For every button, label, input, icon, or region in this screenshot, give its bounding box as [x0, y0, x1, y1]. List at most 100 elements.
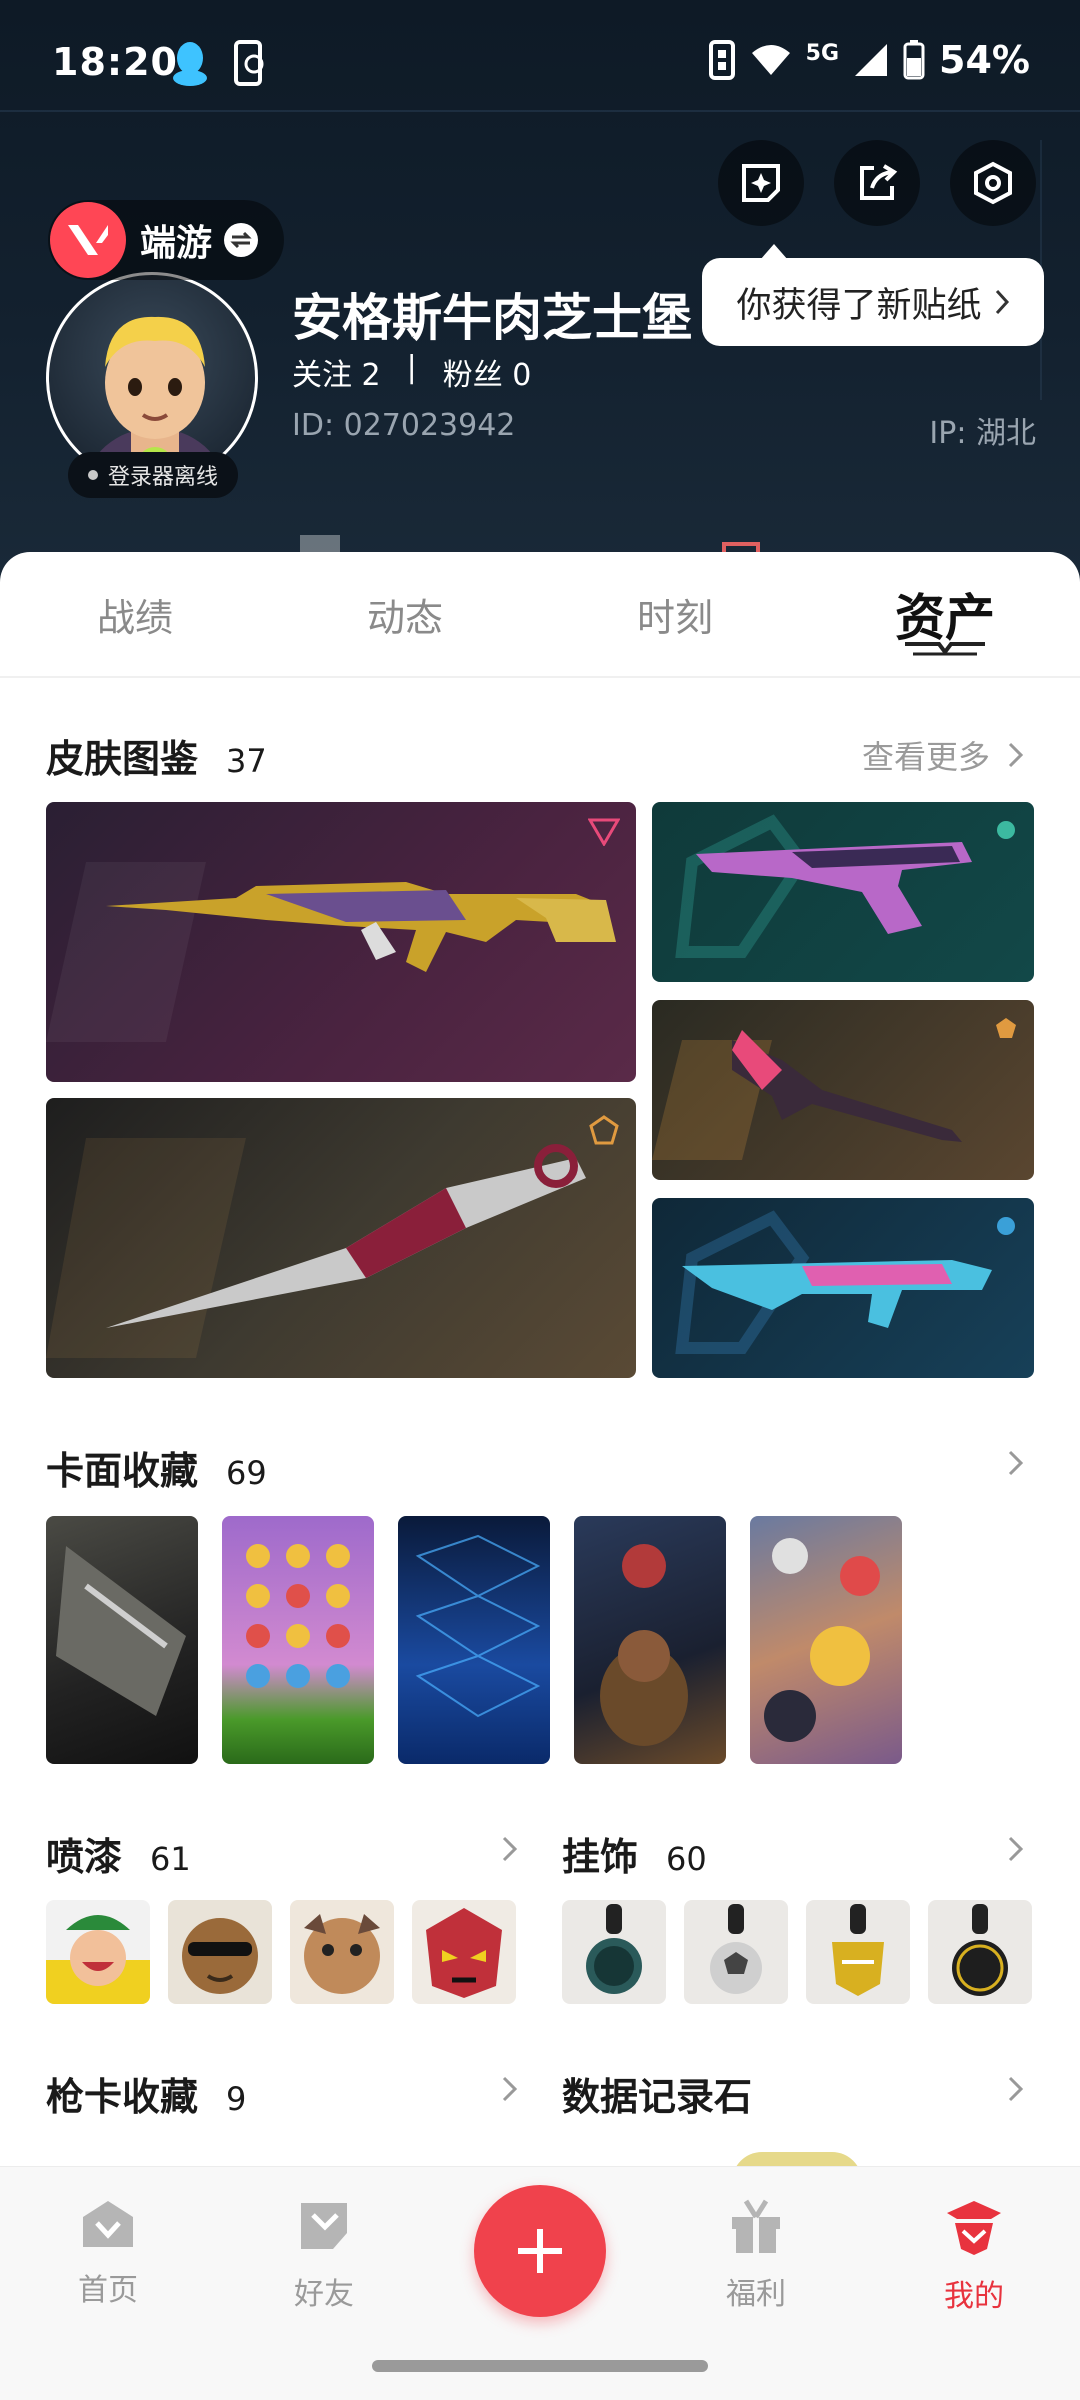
share-button[interactable] — [834, 140, 920, 226]
ip-location: IP: 湖北 — [929, 416, 1036, 451]
nav-home[interactable]: 首页 — [38, 2197, 178, 2309]
battery-percent: 54% — [939, 38, 1030, 82]
home-indicator[interactable] — [372, 2360, 708, 2372]
profile-tabs: 战绩 动态 时刻 资产 — [0, 552, 1080, 676]
cards-count: 69 — [226, 1454, 267, 1492]
profile-header: 18:20 5G 54% 登录器离线 端游 安格斯牛肉芝士堡 关注 2 | 粉丝… — [0, 0, 1080, 600]
sprays-section-title: 喷漆 61 — [46, 1835, 191, 1879]
player-card[interactable] — [398, 1516, 550, 1764]
battery-icon — [903, 40, 925, 80]
charms-more-chevron-icon[interactable] — [1000, 1834, 1030, 1864]
charm-item[interactable] — [928, 1900, 1032, 2004]
data-stone-more-chevron-icon[interactable] — [1000, 2074, 1030, 2104]
phone-sync-icon — [234, 40, 264, 86]
tab-feed[interactable]: 动态 — [270, 552, 540, 676]
new-sticker-tooltip[interactable]: 你获得了新贴纸 — [702, 244, 1044, 346]
status-dot — [88, 470, 98, 480]
valorant-logo-icon — [50, 202, 126, 278]
gun-cards-more-chevron-icon[interactable] — [494, 2074, 524, 2104]
smg-skin-image — [675, 1210, 992, 1354]
status-bar: 18:20 5G 54% — [0, 0, 1080, 120]
rifle-skin-image — [46, 862, 616, 1042]
share-icon — [860, 164, 898, 200]
gun-cards-count: 9 — [226, 2080, 247, 2118]
header-decoration — [1040, 140, 1080, 400]
gift-icon — [732, 2199, 780, 2253]
sprays-more-chevron-icon[interactable] — [494, 1834, 524, 1864]
gun-cards-section-title: 枪卡收藏 9 — [46, 2075, 247, 2119]
rarity-circle-icon — [997, 1217, 1015, 1235]
cards-more-chevron-icon[interactable] — [1000, 1448, 1030, 1478]
rarity-pentagon-icon — [996, 1018, 1016, 1038]
nav-profile-label: 我的 — [944, 2279, 1004, 2314]
create-post-button[interactable] — [474, 2185, 606, 2317]
wifi-icon — [751, 45, 790, 75]
cards-section-title: 卡面收藏 69 — [46, 1449, 267, 1493]
status-time: 18:20 — [52, 40, 178, 84]
rarity-pentagon-icon — [589, 1115, 619, 1145]
vibrate-icon — [708, 40, 735, 80]
skin-tile[interactable] — [46, 802, 636, 1082]
charm-item[interactable] — [562, 1900, 666, 2004]
player-card[interactable] — [222, 1516, 374, 1764]
nav-friends[interactable]: 好友 — [254, 2197, 394, 2313]
stats-divider: | — [406, 350, 417, 385]
nav-welfare-label: 福利 — [726, 2277, 786, 2312]
follow-stats: 关注 2 | 粉丝 0 — [292, 350, 531, 394]
charm-item[interactable] — [684, 1900, 788, 2004]
skin-tile[interactable] — [652, 802, 1034, 982]
sticker-icon — [742, 164, 780, 202]
swap-icon — [224, 223, 259, 257]
launcher-status-text: 登录器离线 — [108, 465, 219, 490]
melee-skin-image — [652, 1030, 962, 1160]
skins-section-title: 皮肤图鉴 37 — [46, 737, 267, 781]
home-icon — [83, 2201, 133, 2247]
player-card[interactable] — [574, 1516, 726, 1764]
qq-icon — [173, 42, 207, 86]
tab-assets[interactable]: 资产 — [810, 552, 1080, 676]
tab-record[interactable]: 战绩 — [0, 552, 270, 676]
spray-item[interactable] — [46, 1900, 150, 2004]
charms-count: 60 — [666, 1840, 707, 1878]
charms-section-title: 挂饰 60 — [562, 1835, 707, 1879]
user-id: ID: 027023942 — [292, 408, 516, 443]
data-stone-section-title: 数据记录石 — [562, 2075, 753, 2119]
plus-icon — [518, 2229, 562, 2273]
tab-active-indicator — [905, 642, 985, 656]
skin-tile[interactable] — [652, 1000, 1034, 1180]
spray-item[interactable] — [168, 1900, 272, 2004]
friends-icon — [301, 2203, 347, 2249]
view-more-skins-link[interactable]: 查看更多 — [862, 732, 1030, 778]
skin-tile[interactable] — [46, 1098, 636, 1378]
charm-item[interactable] — [806, 1900, 910, 2004]
spray-item[interactable] — [412, 1900, 516, 2004]
nav-profile[interactable]: 我的 — [904, 2197, 1044, 2315]
tab-moments[interactable]: 时刻 — [540, 552, 810, 676]
fans-count[interactable]: 粉丝 0 — [443, 350, 532, 394]
network-type: 5G — [805, 40, 840, 66]
pistol-skin-image — [675, 814, 972, 958]
launcher-status-badge: 登录器离线 — [68, 452, 239, 498]
nav-home-label: 首页 — [78, 2273, 138, 2308]
skin-tile[interactable] — [652, 1198, 1034, 1378]
username: 安格斯牛肉芝士堡 — [292, 289, 692, 347]
game-switcher[interactable]: 端游 — [48, 200, 284, 280]
settings-button[interactable] — [950, 140, 1036, 226]
sprays-count: 61 — [150, 1840, 191, 1878]
rarity-circle-icon — [997, 821, 1015, 839]
sticker-button[interactable] — [718, 140, 804, 226]
nav-welfare[interactable]: 福利 — [686, 2197, 826, 2313]
new-sticker-text: 你获得了新贴纸 — [736, 285, 982, 326]
player-card[interactable] — [750, 1516, 902, 1764]
chevron-right-icon — [995, 289, 1009, 315]
chevron-right-icon — [1008, 742, 1024, 768]
following-count[interactable]: 关注 2 — [292, 350, 381, 394]
player-card[interactable] — [46, 1516, 198, 1764]
rarity-triangle-icon — [588, 818, 620, 846]
profile-icon — [947, 2201, 1001, 2255]
signal-icon — [855, 44, 888, 76]
tabs-divider — [0, 676, 1080, 678]
settings-icon — [974, 161, 1012, 205]
game-name: 端游 — [140, 223, 213, 264]
spray-item[interactable] — [290, 1900, 394, 2004]
